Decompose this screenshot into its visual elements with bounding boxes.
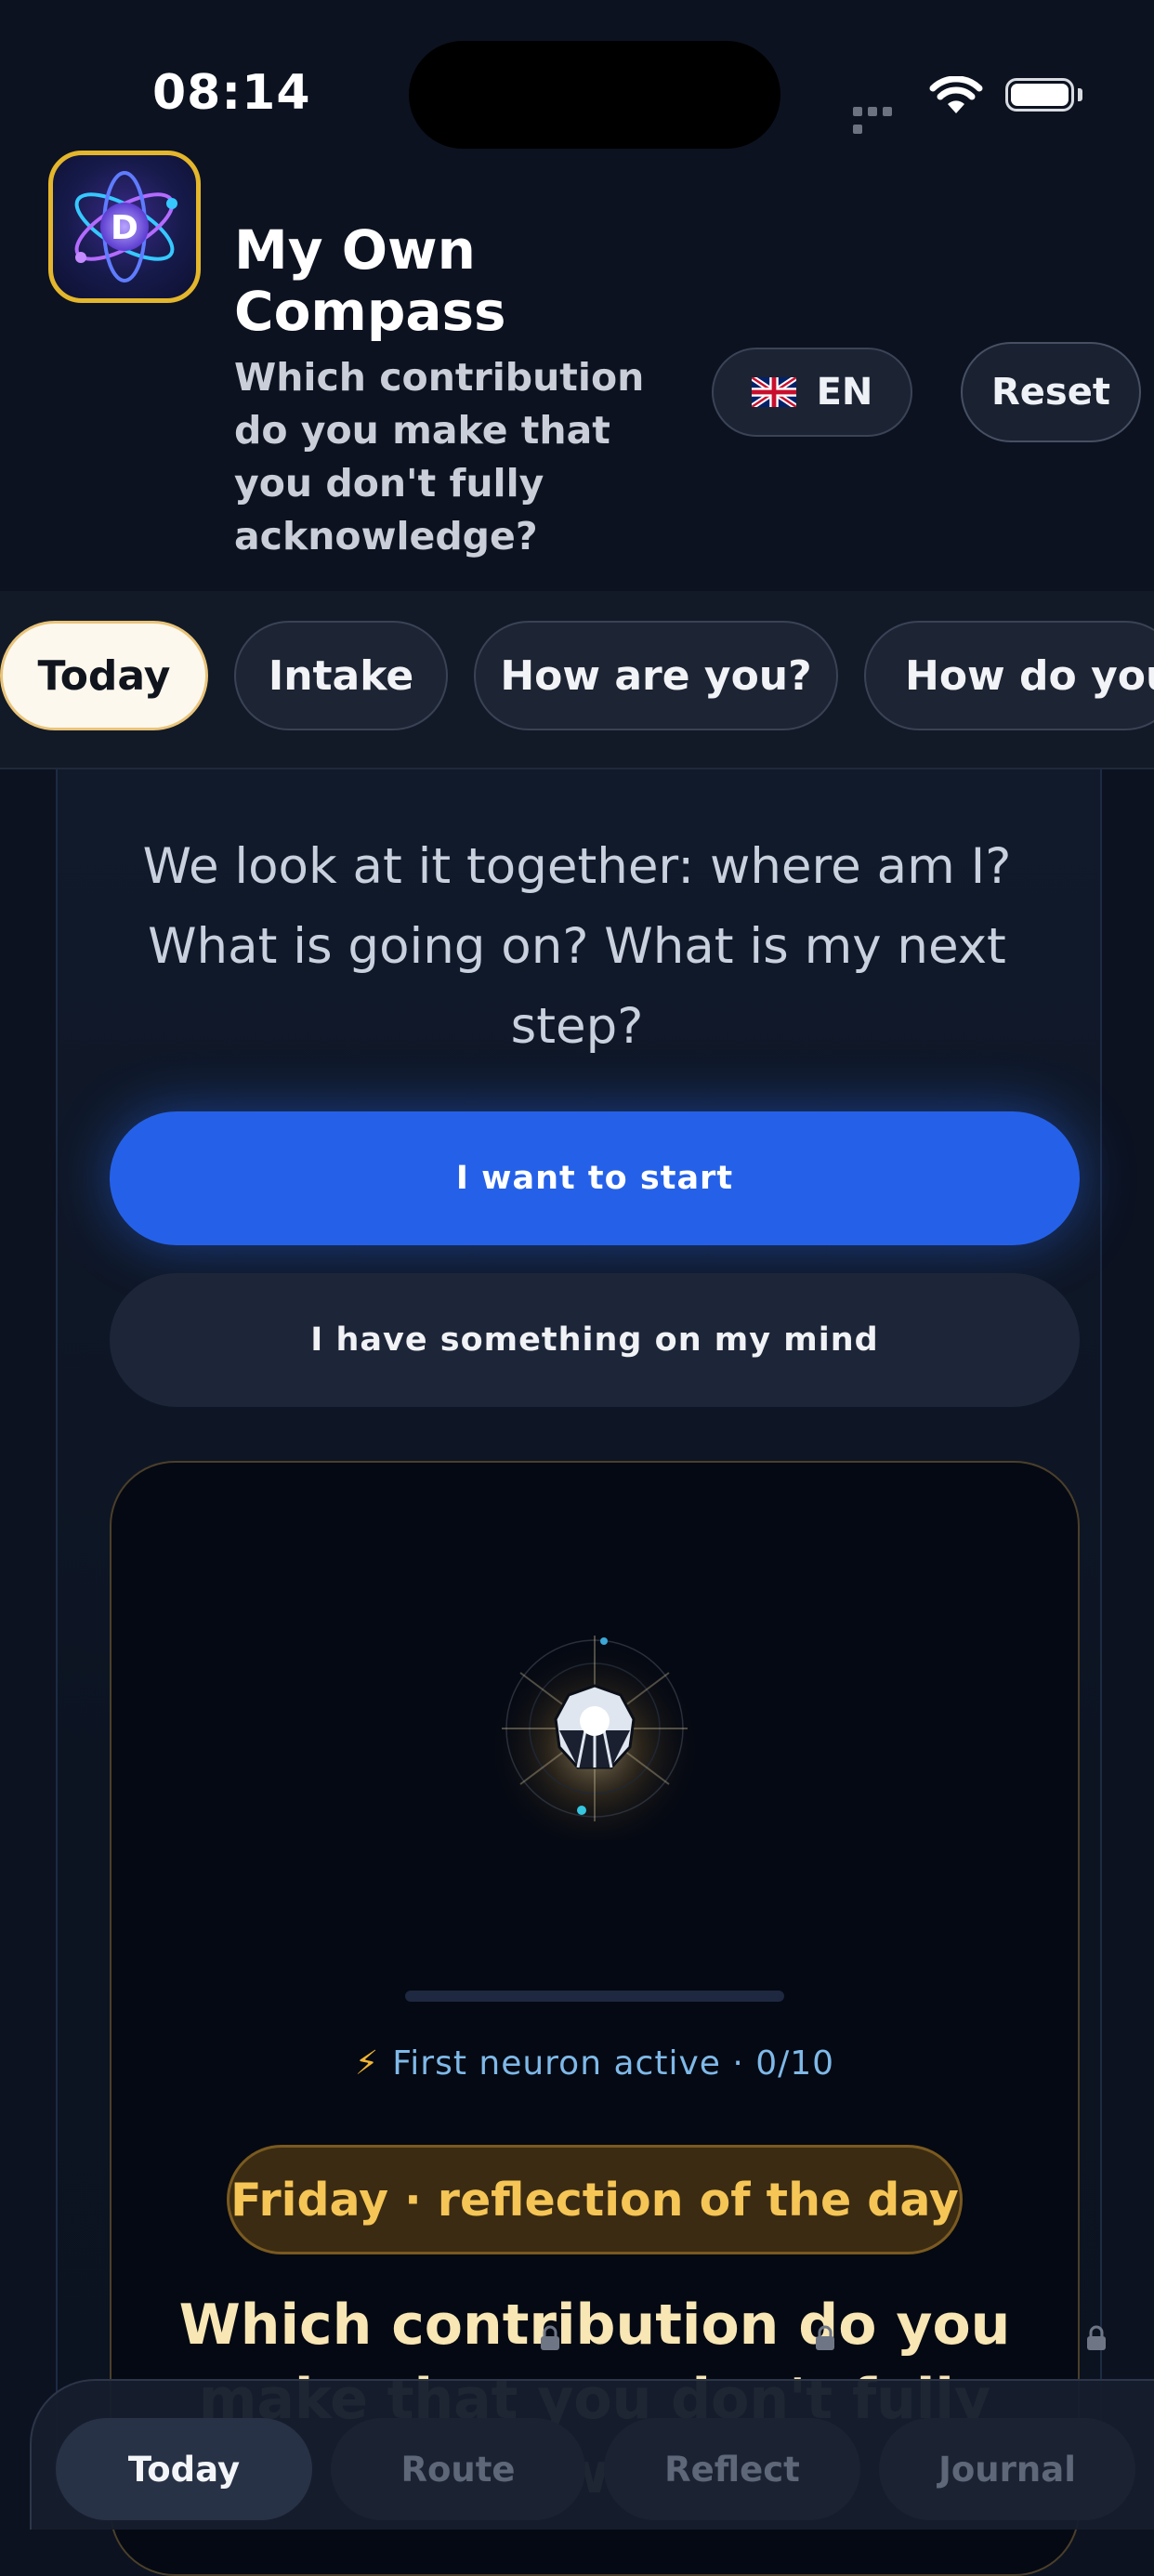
tab-how-do-you[interactable]: How do you	[864, 621, 1154, 730]
app-title: My Own Compass	[234, 218, 506, 343]
battery-icon	[1005, 78, 1074, 112]
nav-today[interactable]: Today	[56, 2418, 312, 2520]
lock-icon	[1085, 2325, 1108, 2351]
lock-icon	[814, 2325, 836, 2351]
reset-button[interactable]: Reset	[961, 342, 1141, 442]
tab-how-are-you[interactable]: How are you?	[474, 621, 838, 730]
tab-intake[interactable]: Intake	[234, 621, 448, 730]
language-button[interactable]: EN	[712, 348, 912, 437]
lightning-icon: ⚡	[354, 2044, 380, 2083]
neuron-status: ⚡ First neuron active · 0/10	[110, 2044, 1080, 2083]
uk-flag-icon	[751, 377, 796, 407]
something-on-mind-button[interactable]: I have something on my mind	[110, 1273, 1080, 1407]
status-time: 08:14	[152, 65, 311, 121]
neuron-status-text: First neuron active · 0/10	[392, 2044, 835, 2083]
neuron-orb-icon	[483, 1617, 706, 1845]
cellular-signal-icon	[853, 102, 911, 134]
nav-journal[interactable]: Journal	[879, 2418, 1135, 2520]
tab-today[interactable]: Today	[0, 621, 208, 730]
nav-route[interactable]: Route	[331, 2418, 585, 2520]
app-subtitle: Which contribution do you make that you …	[234, 355, 645, 559]
top-tab-bar: Today Intake How are you? How do you	[0, 591, 1154, 769]
intro-text: We look at it together: where am I? What…	[142, 838, 1012, 1055]
dynamic-island	[409, 41, 780, 149]
battery-cap	[1078, 88, 1082, 101]
wifi-icon	[929, 75, 983, 119]
nav-reflect[interactable]: Reflect	[604, 2418, 860, 2520]
svg-text:D: D	[111, 209, 138, 247]
language-label: EN	[816, 371, 873, 414]
start-button[interactable]: I want to start	[110, 1111, 1080, 1245]
reflection-badge: Friday · reflection of the day	[227, 2145, 963, 2254]
neuron-progress-track	[405, 1991, 784, 2002]
lock-icon	[539, 2325, 561, 2351]
atom-logo-icon: D	[48, 151, 201, 303]
